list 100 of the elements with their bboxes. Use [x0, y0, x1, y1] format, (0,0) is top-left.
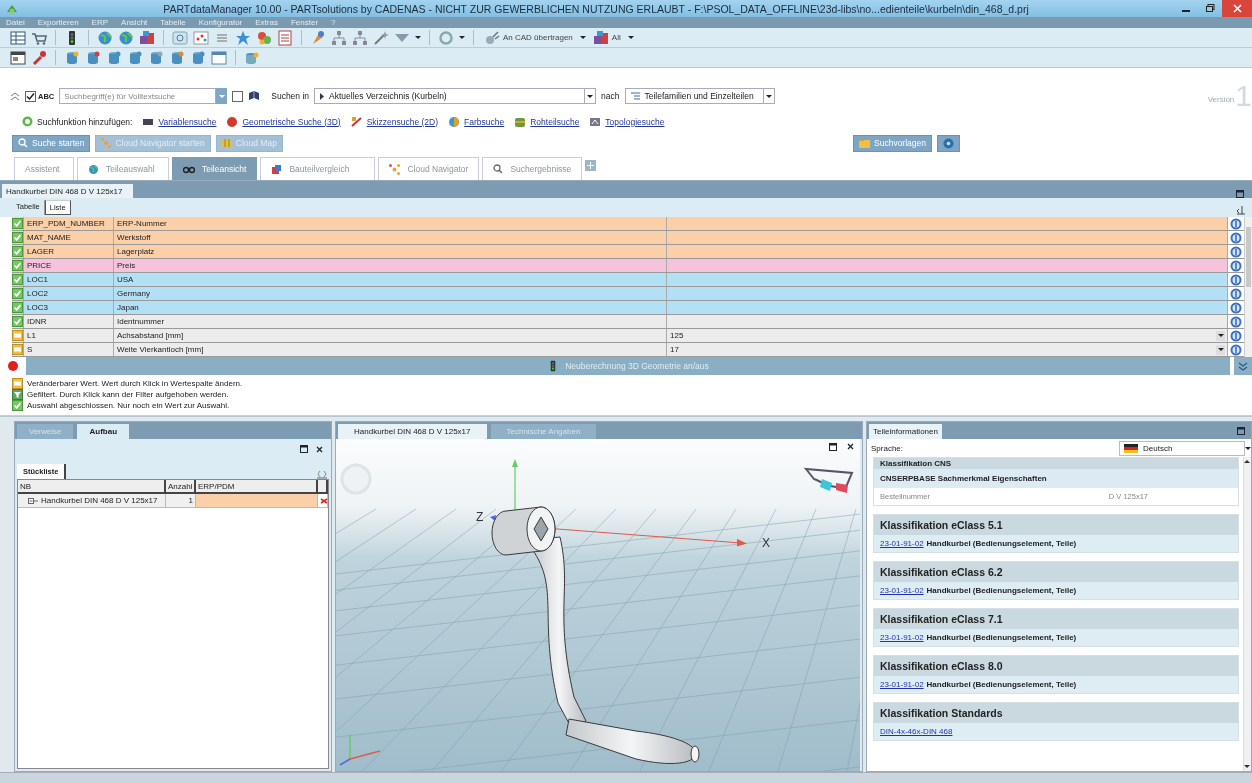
info-icon[interactable] [1230, 217, 1242, 230]
info-icon[interactable] [1230, 273, 1242, 286]
table-row[interactable]: L1 Achsabstand [mm] 125 [12, 329, 1244, 343]
info-icon[interactable] [1230, 259, 1242, 272]
search-type-link[interactable]: Rohteilsuche [530, 116, 580, 127]
globe-icon[interactable] [97, 29, 113, 46]
table-row[interactable]: LOC2 Germany [12, 287, 1244, 301]
pin-icon[interactable] [1236, 205, 1246, 215]
window-icon[interactable] [10, 49, 26, 66]
panel-tab[interactable]: Teileinformationen [869, 424, 942, 439]
dropdown-button[interactable] [1216, 330, 1225, 341]
scope-dropdown[interactable]: Aktuelles Verzeichnis (Kurbeln) [314, 88, 597, 104]
target-dropdown[interactable]: Teilefamilien und Einzelteilen [624, 88, 775, 104]
wand-icon[interactable] [373, 29, 389, 46]
puzzle-icon[interactable] [256, 29, 272, 46]
column-header[interactable]: NB [18, 480, 166, 494]
magnifier-icon [18, 138, 28, 148]
search-type-link[interactable]: Topologiesuche [605, 116, 665, 127]
cylinder-icon[interactable] [106, 49, 122, 66]
viewer-tab[interactable]: Handkurbel DIN 468 D V 125x17 [338, 424, 487, 439]
cubes-icon[interactable] [139, 29, 155, 46]
table-row[interactable]: ERP_PDM_NUMBER ERP-Nummer [12, 217, 1244, 231]
star-icon[interactable] [235, 29, 251, 46]
scroll-up-icon[interactable] [1244, 459, 1250, 464]
table-row[interactable]: LOC3 Japan [12, 301, 1244, 315]
checkbox[interactable] [25, 90, 36, 102]
cylinder-icon[interactable] [85, 49, 101, 66]
cylinder-icon[interactable] [148, 49, 164, 66]
check-icon [12, 288, 23, 299]
scrollbar[interactable] [1243, 457, 1251, 771]
search-type-link[interactable]: Variablensuche [158, 116, 217, 127]
all-button[interactable]: All [590, 29, 623, 46]
close-icon[interactable] [316, 445, 323, 453]
dropdown-button[interactable] [1216, 344, 1225, 355]
calendar-icon[interactable] [211, 49, 227, 66]
network-icon [101, 138, 112, 148]
paint-icon[interactable] [310, 29, 326, 46]
hierarchy-icon[interactable] [352, 29, 368, 46]
document-tab[interactable]: Handkurbel DIN 468 D V 125x17 [2, 184, 133, 198]
tree-item[interactable]: Handkurbel DIN 468 D V 125x17 [18, 494, 166, 508]
info-icon[interactable] [1230, 301, 1242, 314]
classification-link[interactable]: 23-01-91-02 [880, 539, 924, 548]
table-row[interactable]: PRICE Preis [12, 259, 1244, 273]
info-icon[interactable] [1230, 231, 1242, 244]
checkbox[interactable] [232, 90, 244, 102]
wrench-icon[interactable] [31, 49, 47, 66]
plus-icon [587, 162, 595, 169]
info-icon[interactable] [1230, 315, 1242, 328]
classification-link[interactable]: 23-01-91-02 [880, 680, 924, 689]
scatter-icon[interactable] [193, 29, 209, 46]
cylinder-icon[interactable] [127, 49, 143, 66]
cylinder-icon[interactable] [190, 49, 206, 66]
scrollbar[interactable] [1244, 217, 1252, 357]
table-row[interactable]: LOC1 USA [12, 273, 1244, 287]
column-header[interactable]: Anzahl [166, 480, 196, 494]
classification-link[interactable]: 23-01-91-02 [880, 586, 924, 595]
cube-icon [271, 163, 283, 175]
info-icon[interactable] [1230, 287, 1242, 300]
table-icon[interactable] [10, 29, 26, 46]
table-row[interactable]: IDNR Identnummer [12, 315, 1244, 329]
close-icon[interactable] [847, 443, 854, 450]
table-row[interactable]: LAGER Lagerplatz [12, 245, 1244, 259]
search-type-link[interactable]: Geometrische Suche (3D) [242, 116, 341, 127]
caret-icon [627, 36, 634, 39]
globe-icon[interactable] [118, 29, 134, 46]
check-icon [12, 316, 23, 327]
help-button[interactable] [937, 134, 960, 152]
sheet-icon[interactable] [277, 29, 293, 46]
panel-tab[interactable]: Aufbau [77, 424, 130, 439]
maximize-icon[interactable] [829, 443, 837, 451]
maximize-icon[interactable] [300, 445, 308, 453]
glasses-icon[interactable] [805, 468, 853, 493]
search-field[interactable]: Suchbegriff(e) für Volltextsuche [59, 88, 217, 104]
collapse-icon[interactable] [10, 91, 20, 101]
transfer-button[interactable]: An CAD übertragen [482, 29, 575, 46]
search-type-link[interactable]: Farbsuche [464, 116, 505, 127]
parameter-value[interactable]: 125 [670, 331, 684, 340]
info-icon[interactable] [1230, 245, 1242, 258]
cylinder-icon[interactable] [169, 49, 185, 66]
classification-name: Handkurbel (Bedienungselement, Teile) [926, 680, 1077, 689]
info-icon[interactable] [1230, 343, 1242, 356]
legend-text: Gefiltert. Durch Klick kann der Filter aufgehoben werden. [27, 390, 229, 399]
search-type-link[interactable]: Skizzensuche (2D) [366, 116, 439, 127]
hierarchy-icon[interactable] [331, 29, 347, 46]
parameter-value[interactable]: 17 [670, 345, 679, 354]
language-dropdown[interactable]: Deutsch [1119, 440, 1245, 456]
classification-link[interactable]: 23-01-91-02 [880, 633, 924, 642]
record-icon[interactable] [8, 361, 18, 371]
info-icon[interactable] [1230, 329, 1242, 342]
scroll-down-icon[interactable] [1244, 764, 1250, 769]
close-button[interactable] [1222, 0, 1252, 17]
restore-icon [1205, 4, 1215, 13]
classification-link[interactable]: DIN-4x-46x-DIN 468 [880, 727, 953, 736]
column-header[interactable]: ERP/PDM [196, 480, 318, 494]
table-row[interactable]: MAT_NAME Werkstoff [12, 231, 1244, 245]
expand-button[interactable] [1234, 357, 1252, 375]
frame-icon[interactable] [172, 29, 188, 46]
table-row[interactable]: S Weite Vierkantloch [mm] 17 [12, 343, 1244, 357]
erp-cell[interactable] [196, 494, 318, 508]
scroll-arrows-icon[interactable] [317, 470, 327, 479]
